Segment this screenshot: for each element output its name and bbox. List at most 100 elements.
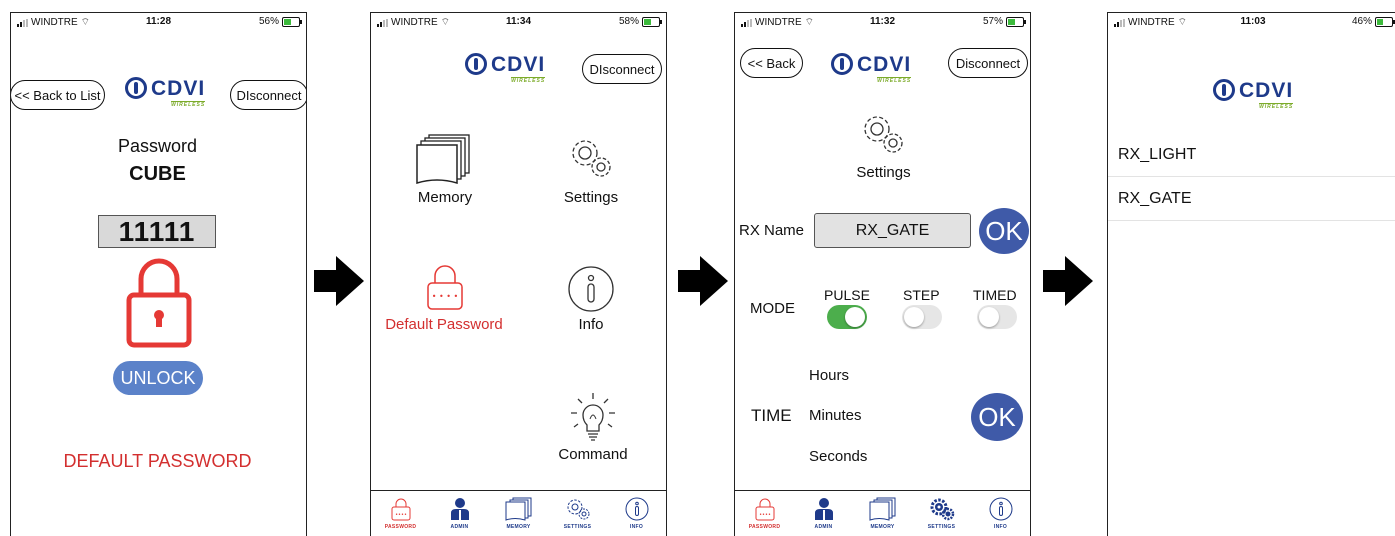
battery-icon (1006, 16, 1026, 27)
password-value: 11111 (118, 215, 196, 247)
device-row-rx-light[interactable]: RX_LIGHT › (1108, 133, 1395, 177)
disconnect-button[interactable]: DIsconnect (230, 80, 306, 110)
settings-menu-item[interactable]: Settings (551, 133, 631, 223)
settings-label: Settings (563, 189, 619, 206)
cdvi-logo-mark (831, 53, 853, 75)
screen-settings: WINDTRE ⌔ 11:32 57% << Back CDVI WIRELESS … (734, 12, 1031, 536)
cdvi-logo: CDVI WIRELESS (125, 77, 206, 107)
tab-label: INFO (629, 524, 644, 530)
minutes-label: Minutes (809, 407, 862, 424)
tab-password[interactable]: •••• PASSWORD (740, 497, 790, 530)
mode-pulse-label: PULSE (824, 287, 870, 303)
tab-label: SETTINGS (927, 524, 956, 530)
back-button[interactable]: << Back (740, 48, 803, 78)
tab-settings[interactable]: SETTINGS (553, 497, 603, 530)
padlock-icon: •••• (755, 498, 774, 521)
battery-percent: 57% (982, 16, 1003, 27)
cdvi-logo-mark (125, 77, 147, 99)
pulse-toggle[interactable] (827, 305, 867, 329)
admin-icon (814, 498, 833, 520)
cdvi-logo: CDVI WIRELESS (831, 53, 912, 83)
device-name: RX_GATE (1118, 189, 1192, 207)
tab-password[interactable]: •••• PASSWORD (376, 497, 426, 530)
toggle-knob (845, 307, 865, 327)
tab-memory[interactable]: MEMORY (858, 497, 908, 530)
battery-percent: 46% (1351, 16, 1372, 27)
svg-text:••••: •••• (395, 512, 407, 518)
tab-label: PASSWORD (748, 524, 781, 530)
tab-info[interactable]: INFO (612, 497, 662, 530)
device-name: CUBE (129, 163, 186, 185)
time-label: TIME (751, 406, 792, 425)
default-password-label: Default Password (385, 316, 503, 333)
tab-label: ADMIN (450, 524, 469, 530)
device-name: RX_LIGHT (1118, 145, 1197, 163)
memory-icon (869, 497, 895, 521)
lock-icon (126, 258, 192, 348)
info-label: Info (578, 316, 604, 333)
status-bar: WINDTRE ⌔ 11:28 56% (11, 15, 306, 31)
screen-device-list: WINDTRE ⌔ 11:03 46% CDVI WIRELESS RX_LIGHT… (1107, 12, 1395, 536)
password-label: Password (117, 136, 198, 156)
mode-step-label: STEP (903, 287, 940, 303)
info-icon (625, 497, 648, 521)
rx-name-field[interactable]: RX_GATE (814, 213, 971, 248)
toggle-knob (979, 307, 999, 327)
back-to-list-button[interactable]: << Back to List (11, 80, 105, 110)
command-menu-item[interactable]: Command (551, 391, 635, 471)
settings-icon (567, 499, 589, 520)
rx-name-ok-button[interactable]: OK (979, 208, 1029, 254)
seconds-label: Seconds (809, 448, 868, 465)
info-menu-item[interactable]: Info (556, 265, 626, 345)
rx-name-value: RX_GATE (855, 221, 930, 239)
cdvi-logo-mark (465, 53, 487, 75)
hours-label: Hours (809, 367, 850, 384)
device-row-rx-gate[interactable]: RX_GATE › (1108, 177, 1395, 221)
info-icon (989, 497, 1012, 521)
tab-admin[interactable]: ADMIN (435, 497, 485, 530)
tab-settings[interactable]: SETTINGS (917, 497, 967, 530)
default-password-menu-item[interactable]: • • • • Default Password (379, 263, 509, 343)
tab-label: INFO (993, 524, 1008, 530)
unlock-label: UNLOCK (120, 367, 196, 388)
tab-label: MEMORY (870, 524, 895, 530)
tab-label: MEMORY (506, 524, 531, 530)
cdvi-logo-mark (1213, 79, 1235, 101)
battery-percent: 56% (258, 16, 279, 27)
settings-icon (864, 116, 903, 153)
tab-bar: •••• PASSWORD ADMIN MEMORY SETTINGS INFO (735, 490, 1030, 536)
settings-filled-icon (930, 498, 954, 521)
mode-timed-label: TIMED (973, 287, 1017, 303)
info-icon (568, 266, 614, 312)
lightbulb-icon (571, 393, 615, 441)
default-password-link[interactable]: DEFAULT PASSWORD (11, 451, 304, 472)
mode-label: MODE (750, 300, 795, 317)
step-toggle[interactable] (902, 305, 942, 329)
ok-label: OK (978, 401, 1016, 432)
disconnect-button[interactable]: Disconnect (948, 48, 1028, 78)
disconnect-button[interactable]: DIsconnect (582, 54, 662, 84)
unlock-button[interactable]: UNLOCK (113, 361, 203, 395)
flow-arrow-icon (678, 256, 728, 306)
tab-label: ADMIN (814, 524, 833, 530)
tab-admin[interactable]: ADMIN (799, 497, 849, 530)
password-field[interactable]: 11111 (98, 215, 216, 248)
status-bar: WINDTRE ⌔ 11:03 46% (1108, 15, 1395, 31)
memory-menu-item[interactable]: Memory (401, 133, 489, 223)
svg-text:••••: •••• (759, 512, 771, 518)
rx-name-label: RX Name (739, 222, 805, 239)
tab-label: SETTINGS (563, 524, 592, 530)
tab-bar: •••• PASSWORD ADMIN MEMORY SETTINGS INFO (371, 490, 666, 536)
padlock-icon: •••• (391, 498, 410, 521)
battery-percent: 58% (618, 16, 639, 27)
memory-icon (416, 134, 470, 185)
memory-icon (505, 497, 531, 521)
settings-icon (572, 140, 611, 177)
battery-icon (642, 16, 662, 27)
flow-arrow-icon (1043, 256, 1093, 306)
status-bar: WINDTRE ⌔ 11:32 57% (735, 15, 1030, 31)
tab-info[interactable]: INFO (976, 497, 1026, 530)
tab-memory[interactable]: MEMORY (494, 497, 544, 530)
time-ok-button[interactable]: OK (971, 393, 1023, 441)
timed-toggle[interactable] (977, 305, 1017, 329)
